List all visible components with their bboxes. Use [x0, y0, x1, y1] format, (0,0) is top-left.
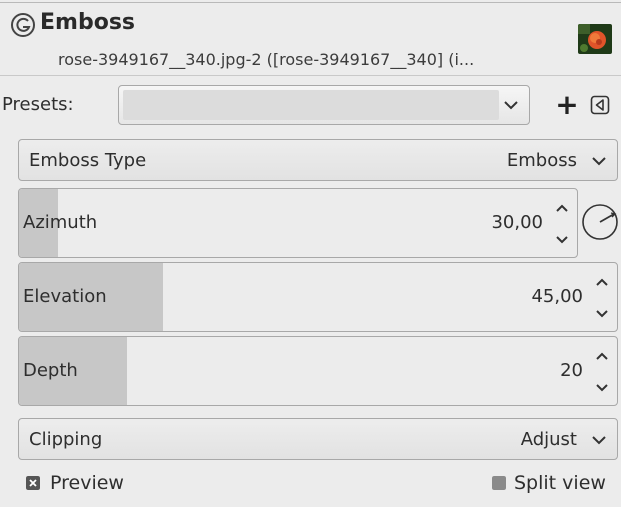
header-separator [0, 75, 621, 76]
spin-arrows-icon[interactable] [551, 197, 573, 251]
image-subtitle: rose-3949167__340.jpg-2 ([rose-3949167__… [58, 50, 475, 69]
spin-arrows-icon[interactable] [591, 271, 613, 325]
add-preset-button[interactable]: + [552, 88, 582, 122]
top-border [0, 2, 621, 3]
emboss-type-dropdown[interactable]: Emboss Type Emboss [18, 139, 618, 181]
preview-checkbox[interactable] [26, 476, 40, 490]
depth-label: Depth [23, 360, 78, 381]
depth-value: 20 [560, 360, 583, 381]
emboss-type-label: Emboss Type [29, 150, 147, 171]
elevation-label: Elevation [23, 286, 107, 307]
elevation-spinscale[interactable]: Elevation 45,00 [18, 262, 618, 332]
emboss-type-value: Emboss [506, 150, 577, 171]
azimuth-label: Azimuth [23, 212, 98, 233]
clipping-label: Clipping [29, 429, 103, 450]
elevation-value: 45,00 [531, 286, 583, 307]
presets-label: Presets: [2, 94, 74, 115]
chevron-down-icon [592, 436, 606, 445]
angle-dial-icon[interactable] [580, 202, 620, 242]
presets-value [123, 90, 499, 120]
split-view-label[interactable]: Split view [514, 472, 606, 494]
clipping-dropdown[interactable]: Clipping Adjust [18, 418, 618, 460]
presets-combo[interactable] [118, 85, 530, 125]
split-view-checkbox[interactable] [492, 476, 506, 490]
image-thumbnail [578, 24, 612, 54]
dialog-menu-icon[interactable] [590, 95, 610, 115]
spin-arrows-icon[interactable] [591, 345, 613, 399]
azimuth-value: 30,00 [491, 212, 543, 233]
depth-spinscale[interactable]: Depth 20 [18, 336, 618, 406]
preview-label[interactable]: Preview [50, 472, 124, 494]
clipping-value: Adjust [520, 429, 577, 450]
chevron-down-icon [504, 101, 518, 110]
chevron-down-icon [592, 157, 606, 166]
dialog-title: Emboss [40, 10, 136, 35]
filter-icon [11, 13, 35, 37]
azimuth-spinscale[interactable]: Azimuth 30,00 [18, 188, 578, 258]
dialog-header: Emboss rose-3949167__340.jpg-2 ([rose-39… [0, 4, 621, 74]
